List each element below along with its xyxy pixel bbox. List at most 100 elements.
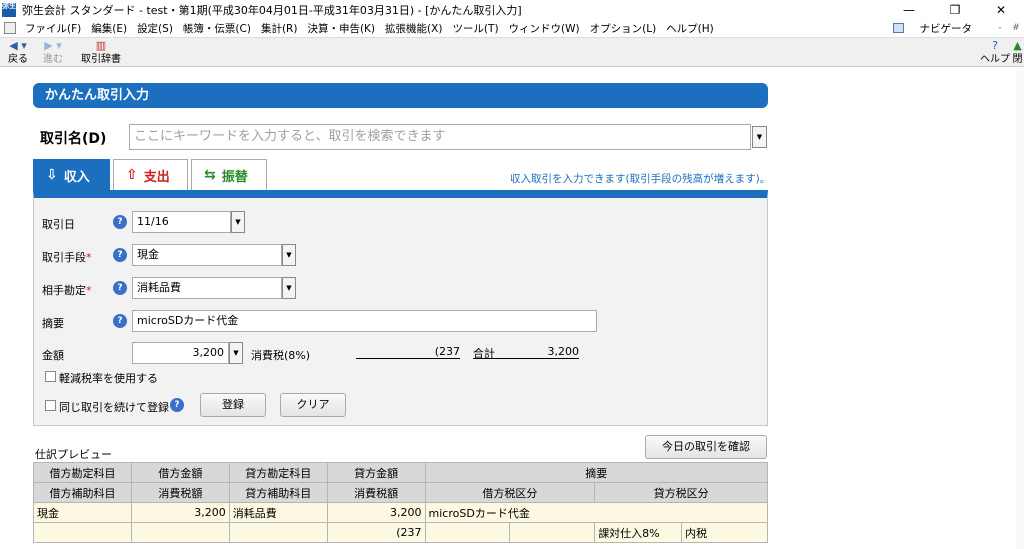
tab-transfer-label: 振替 <box>221 169 248 185</box>
help-toolbar-button[interactable]: ? ヘルプ <box>980 40 1010 66</box>
column-header: 貸方税区分 <box>594 482 768 503</box>
column-header: 消費税額 <box>326 482 426 503</box>
date-label: 取引日 <box>42 218 75 231</box>
summary-label: 摘要 <box>42 317 64 330</box>
transaction-search-input[interactable]: ここにキーワードを入力すると、取引を検索できます <box>129 124 751 150</box>
menu-totals[interactable]: 集計(R) <box>256 21 303 36</box>
navigator-label: ナビゲータ <box>919 22 973 35</box>
back-button[interactable]: ◀ ▾ 戻る <box>3 40 33 66</box>
column-header: 消費税額 <box>130 482 230 503</box>
account-help-icon[interactable]: ? <box>113 281 127 295</box>
transfer-icon: ⇆ <box>204 167 216 183</box>
menu-file[interactable]: ファイル(F) <box>20 21 86 36</box>
system-menu-icon[interactable] <box>4 22 16 34</box>
credit-tax-type-cell: 内税 <box>681 522 768 543</box>
payment-method-field[interactable]: 現金 <box>132 244 282 266</box>
tab-transfer[interactable]: ⇆ 振替 <box>191 159 267 190</box>
menu-window[interactable]: ウィンドウ(W) <box>504 21 585 36</box>
mdi-minimize-button[interactable]: - <box>992 23 1008 33</box>
column-header: 借方金額 <box>130 462 230 483</box>
account-label: 相手勘定* <box>42 284 92 297</box>
amount-field[interactable]: 3,200 <box>132 342 229 364</box>
navigator-button[interactable]: ナビゲータ <box>892 19 973 37</box>
column-header: 借方補助科目 <box>33 482 132 503</box>
menu-options[interactable]: オプション(L) <box>585 21 662 36</box>
toolbar: ◀ ▾ 戻る ▶ ▾ 進む ▥ 取引辞書 ? ヘルプ ▲ 閉 <box>0 37 1024 67</box>
reduced-rate-checkbox[interactable] <box>45 371 56 382</box>
menu-tools[interactable]: ツール(T) <box>447 21 503 36</box>
tax-label: 消費税(8%) <box>251 349 311 362</box>
debit-tax-type-cell <box>509 522 596 543</box>
menu-closing[interactable]: 決算・申告(K) <box>302 21 380 36</box>
tax-amount: (237 <box>356 345 460 359</box>
summary-cell: microSDカード代金 <box>424 502 769 523</box>
table-row[interactable]: (237 課対仕入8% 内税 <box>33 522 768 543</box>
date-field[interactable]: 11/16 <box>132 211 231 233</box>
menu-extensions[interactable]: 拡張機能(X) <box>380 21 447 36</box>
help-icon: ? <box>992 39 998 52</box>
continue-help-icon[interactable]: ? <box>170 398 184 412</box>
expense-icon: ⇧ <box>126 167 138 183</box>
register-button[interactable]: 登録 <box>200 393 266 417</box>
journal-preview-label: 仕訳プレビュー <box>35 448 112 461</box>
forward-label: 進む <box>43 54 63 65</box>
method-dropdown-button[interactable]: ▼ <box>282 244 296 266</box>
summary-help-icon[interactable]: ? <box>113 314 127 328</box>
search-dropdown-button[interactable]: ▼ <box>752 126 767 148</box>
counter-account-field[interactable]: 消耗品費 <box>132 277 282 299</box>
vertical-scrollbar[interactable] <box>1016 67 1024 549</box>
today-transactions-button[interactable]: 今日の取引を確認 <box>645 435 767 459</box>
amount-label: 金額 <box>42 349 64 362</box>
total-row: 合計 3,200 <box>473 345 580 360</box>
mdi-restore-button[interactable]: # <box>1008 23 1024 33</box>
credit-tax-class-cell: 課対仕入8% <box>594 522 683 543</box>
column-header: 貸方金額 <box>326 462 426 483</box>
tab-expense-label: 支出 <box>143 169 170 185</box>
menu-edit[interactable]: 編集(E) <box>86 21 132 36</box>
clear-button[interactable]: クリア <box>280 393 346 417</box>
yayoi-app-icon: 弥生 <box>2 2 16 17</box>
back-arrow-icon: ◀ ▾ <box>9 39 27 52</box>
column-header: 貸方勘定科目 <box>228 462 328 483</box>
menu-settings[interactable]: 設定(S) <box>132 21 178 36</box>
help-toolbar-label: ヘルプ <box>980 54 1010 65</box>
method-help-icon[interactable]: ? <box>113 248 127 262</box>
account-dropdown-button[interactable]: ▼ <box>282 277 296 299</box>
forward-button[interactable]: ▶ ▾ 進む <box>38 40 68 66</box>
date-help-icon[interactable]: ? <box>113 215 127 229</box>
minimize-button[interactable]: — <box>886 0 932 19</box>
transaction-dictionary-button[interactable]: ▥ 取引辞書 <box>78 40 124 66</box>
amount-dropdown-button[interactable]: ▼ <box>229 342 243 364</box>
method-label: 取引手段* <box>42 251 92 264</box>
continue-register-label: 同じ取引を続けて登録 <box>59 401 169 414</box>
column-header: 借方税区分 <box>424 482 596 503</box>
debit-tax-class-cell <box>424 522 511 543</box>
table-header-row: 借方補助科目 消費税額 貸方補助科目 消費税額 借方税区分 貸方税区分 <box>33 482 768 503</box>
column-header: 摘要 <box>424 462 769 483</box>
navigator-icon <box>892 23 904 33</box>
tab-hint-text: 収入取引を入力できます(取引手段の残高が増えます)。 <box>510 173 771 185</box>
tab-expense[interactable]: ⇧ 支出 <box>113 159 188 190</box>
menu-books[interactable]: 帳簿・伝票(C) <box>178 21 256 36</box>
close-door-icon: ▲ <box>1013 39 1022 52</box>
restore-button[interactable]: ❐ <box>932 0 978 19</box>
debit-sub-account-cell <box>33 522 132 543</box>
tab-income[interactable]: ⇩ 収入 <box>33 159 110 190</box>
total-label: 合計 <box>473 347 495 360</box>
summary-field[interactable]: microSDカード代金 <box>132 310 597 332</box>
close-toolbar-button[interactable]: ▲ 閉 <box>1011 40 1024 66</box>
continue-register-checkbox[interactable] <box>45 400 56 411</box>
date-dropdown-button[interactable]: ▼ <box>231 211 245 233</box>
journal-preview-table: 借方勘定科目 借方金額 貸方勘定科目 貸方金額 摘要 借方補助科目 消費税額 貸… <box>33 462 769 543</box>
title-bar: 弥生 弥生会計 スタンダード - test・第1期(平成30年04月01日-平成… <box>0 0 1024 19</box>
close-window-button[interactable]: ✕ <box>978 0 1024 19</box>
reduced-rate-label: 軽減税率を使用する <box>59 372 158 385</box>
total-amount: 3,200 <box>547 345 580 358</box>
window-title: 弥生会計 スタンダード - test・第1期(平成30年04月01日-平成31年… <box>22 3 522 17</box>
menu-help[interactable]: ヘルプ(H) <box>661 21 719 36</box>
dictionary-icon: ▥ <box>95 39 107 52</box>
debit-tax-cell <box>130 522 230 543</box>
table-row[interactable]: 現金 3,200 消耗品費 3,200 microSDカード代金 <box>33 502 769 523</box>
debit-account-cell: 現金 <box>33 502 132 523</box>
credit-sub-account-cell <box>228 522 328 543</box>
